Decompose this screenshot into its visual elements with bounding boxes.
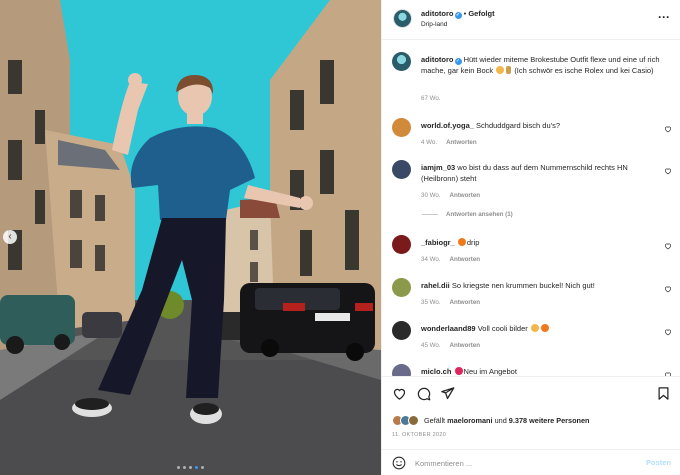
comment-box: Posten [382, 449, 680, 475]
avatar[interactable] [392, 160, 411, 179]
reply-button[interactable]: Antworten [446, 139, 477, 146]
view-replies-button[interactable]: Antworten ansehen (1) [422, 211, 513, 218]
avatar[interactable] [392, 118, 411, 137]
emoji-face-icon [496, 66, 505, 74]
emoji-fire-icon [540, 324, 549, 332]
comment-body: Voll cooli bilder [477, 324, 528, 333]
likes-row: Gefällt maeloromani und 9.378 weitere Pe… [392, 413, 590, 427]
post-header: aditotoro ✓ • Gefolgt Drip-land ··· [382, 0, 680, 40]
emoji-fire-icon [457, 238, 466, 246]
carousel-dot-active [195, 466, 198, 469]
comment-username[interactable]: miclo.ch [421, 367, 451, 376]
heart-icon[interactable] [664, 285, 672, 293]
comment-text: _fabiogr_ drip [421, 237, 656, 248]
more-horizontal-icon[interactable]: ··· [658, 11, 670, 23]
comment-username[interactable]: rahel.dii [421, 281, 450, 290]
avatar[interactable] [392, 52, 411, 71]
likes-text: Gefällt maeloromani und 9.378 weitere Pe… [424, 416, 590, 425]
emoji-face-icon [530, 324, 539, 332]
like-heart-icon[interactable] [392, 386, 407, 401]
comment-meta: 30 Wo. Antworten [421, 192, 480, 199]
comment-meta: 34 Wo. Antworten [421, 256, 480, 263]
header-username[interactable]: aditotoro [421, 9, 454, 18]
comment-body: drip [466, 238, 480, 247]
comment-username[interactable]: _fabiogr_ [421, 238, 455, 247]
carousel-prev-button[interactable]: ‹ [3, 230, 17, 244]
post-photo[interactable]: ‹ [0, 0, 381, 475]
comment-username[interactable]: wonderlaand89 [421, 324, 476, 333]
header-user-line: aditotoro ✓ • Gefolgt [421, 9, 495, 19]
heart-icon[interactable] [664, 167, 672, 175]
heart-icon[interactable] [664, 328, 672, 336]
comment-body: So kriegste nen krummen buckel! Nich gut… [451, 281, 595, 290]
comment-input[interactable] [415, 456, 615, 470]
follow-status-button[interactable]: Gefolgt [468, 9, 494, 18]
caption-body-end: (Ich schwör es ische Rolex und kei Casio… [514, 66, 654, 75]
likes-prefix: Gefällt [424, 415, 446, 425]
emoji-heart-icon [454, 367, 463, 375]
comment-meta: 35 Wo. Antworten [421, 299, 480, 306]
comment-age: 35 Wo. [421, 299, 441, 306]
carousel-dot [201, 466, 204, 469]
share-icon[interactable] [440, 386, 455, 401]
comment-text: rahel.dii So kriegste nen krummen buckel… [421, 280, 656, 291]
post-date: 11. OKTOBER 2020 [392, 432, 447, 438]
comment-age: 30 Wo. [421, 192, 441, 199]
carousel-dot [189, 466, 192, 469]
comment-icon[interactable] [416, 386, 431, 401]
post-actions: Gefällt maeloromani und 9.378 weitere Pe… [382, 376, 680, 474]
verified-badge-icon: ✓ [454, 58, 462, 65]
avatar[interactable] [393, 9, 412, 28]
avatar[interactable] [392, 235, 411, 254]
location-link[interactable]: Drip-land [421, 21, 447, 28]
avatar[interactable] [392, 364, 411, 376]
reply-button[interactable]: Antworten [450, 342, 481, 349]
post-button[interactable]: Posten [646, 458, 671, 467]
comment-text: world.of.yoga_ Schduddgard bisch du's? [421, 120, 656, 131]
likes-mid: und [494, 415, 507, 425]
avatar [408, 414, 419, 426]
comment-text: wonderlaand89 Voll cooli bilder [421, 323, 656, 334]
comment-body: Schduddgard bisch du's? [476, 121, 561, 130]
emoji-picker-icon[interactable] [392, 456, 406, 470]
carousel-dots [0, 466, 381, 469]
comment-username[interactable]: iamjm_03 [421, 163, 455, 172]
comment-meta: 4 Wo. Antworten [421, 139, 477, 146]
reply-button[interactable]: Antworten [450, 192, 481, 199]
comment-age: 45 Wo. [421, 342, 441, 349]
likes-user-link[interactable]: maeloromani [447, 416, 492, 425]
reply-button[interactable]: Antworten [450, 299, 481, 306]
reply-button[interactable]: Antworten [450, 256, 481, 263]
caption-age: 67 Wo. [421, 95, 441, 102]
chevron-left-icon: ‹ [8, 231, 12, 242]
carousel-dot [183, 466, 186, 469]
verified-badge-icon: ✓ [454, 12, 462, 19]
comment-body: Neu im Angebot [463, 367, 517, 376]
bookmark-icon[interactable] [656, 386, 671, 401]
header-separator: • [463, 9, 467, 18]
avatar[interactable] [392, 321, 411, 340]
caption-text: aditotoro ✓ Hütt wieder miteme Brokestube… [421, 54, 672, 76]
comment-age: 4 Wo. [421, 139, 438, 146]
comment-age: 34 Wo. [421, 256, 441, 263]
photo-illustration [0, 0, 381, 475]
comment-text: iamjm_03 wo bist du dass auf dem Nummern… [421, 162, 656, 184]
likes-count-link[interactable]: 9.378 weitere Personen [509, 416, 590, 425]
comment-username[interactable]: world.of.yoga_ [421, 121, 474, 130]
avatar[interactable] [392, 278, 411, 297]
comment-meta: 45 Wo. Antworten [421, 342, 480, 349]
emoji-bottle-icon [506, 66, 512, 74]
heart-icon[interactable] [664, 242, 672, 250]
comment-text: miclo.ch Neu im Angebot [421, 366, 656, 376]
heart-icon[interactable] [664, 125, 672, 133]
comments-list[interactable]: aditotoro ✓ Hütt wieder miteme Brokestube… [382, 40, 680, 376]
carousel-dot [177, 466, 180, 469]
post-sidebar: aditotoro ✓ • Gefolgt Drip-land ··· adito… [381, 0, 680, 475]
caption-username[interactable]: aditotoro [421, 55, 454, 64]
